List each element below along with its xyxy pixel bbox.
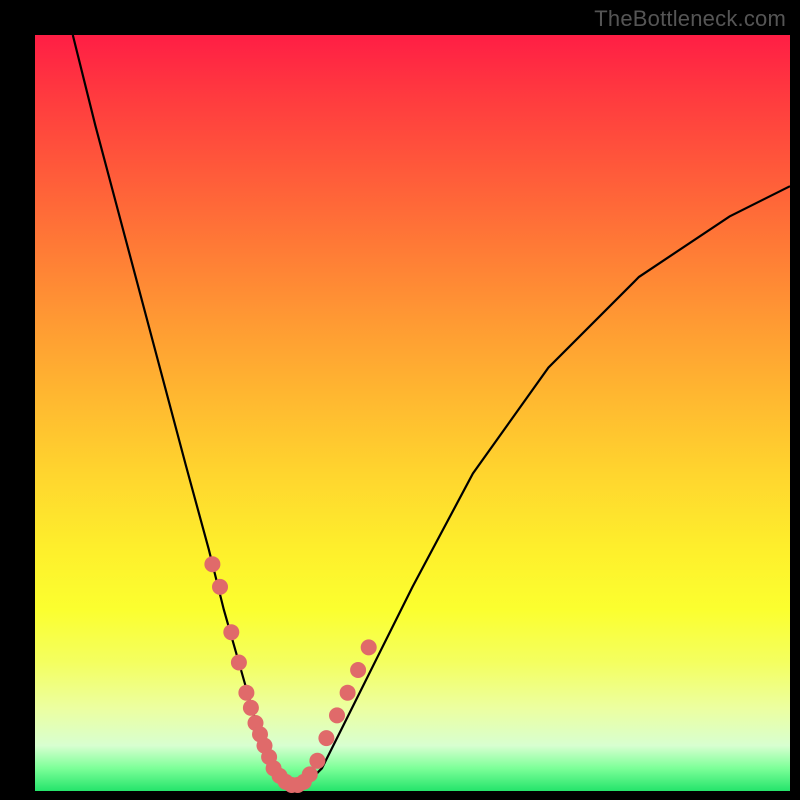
highlight-dot (223, 624, 239, 640)
highlight-dot (238, 685, 254, 701)
highlight-dot (318, 730, 334, 746)
watermark-text: TheBottleneck.com (594, 6, 786, 32)
highlight-dot (243, 700, 259, 716)
highlight-markers (204, 556, 376, 793)
highlight-dot (340, 685, 356, 701)
highlight-dot (204, 556, 220, 572)
highlight-dot (302, 766, 318, 782)
highlight-dot (350, 662, 366, 678)
highlight-dot (212, 579, 228, 595)
highlight-dot (361, 639, 377, 655)
chart-svg (35, 35, 790, 791)
highlight-dot (329, 707, 345, 723)
highlight-dot (309, 753, 325, 769)
curve-path (73, 35, 790, 787)
highlight-dot (231, 655, 247, 671)
plot-area (35, 35, 790, 791)
chart-frame: TheBottleneck.com (0, 0, 800, 800)
